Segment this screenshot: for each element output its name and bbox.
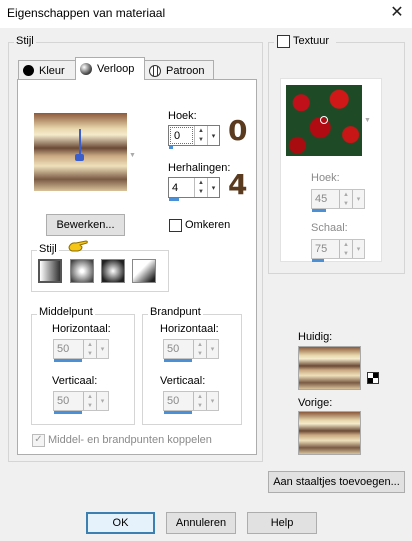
- vorige-label: Vorige:: [298, 397, 333, 409]
- linear-style-button[interactable]: [38, 259, 62, 283]
- hoek-spinner[interactable]: 0 ▲ ▼ ▾: [168, 125, 220, 146]
- middelpunt-verticaal-spinner[interactable]: 50 ▲ ▼ ▾: [53, 391, 109, 411]
- close-icon[interactable]: ✕: [388, 4, 406, 22]
- rectangular-style-button[interactable]: [70, 259, 94, 283]
- hoek-annotation: 0: [228, 114, 248, 147]
- brandpunt-horizontaal-bar: [164, 359, 192, 362]
- textuur-hoek-dropdown-icon[interactable]: ▾: [352, 190, 364, 208]
- brandpunt-label: Brandpunt: [148, 306, 203, 318]
- stijl-group-label: Stijl: [14, 35, 36, 47]
- middelpunt-verticaal-dropdown-icon[interactable]: ▾: [96, 392, 108, 410]
- middelpunt-horizontaal-spinner[interactable]: 50 ▲ ▼ ▾: [53, 339, 109, 359]
- swap-icon[interactable]: [367, 372, 379, 384]
- sunburst-style-button[interactable]: [132, 259, 156, 283]
- hoek-value[interactable]: 0: [170, 127, 193, 144]
- brandpunt-verticaal-bar: [164, 411, 192, 414]
- textuur-schaal-spinner[interactable]: 75 ▲ ▼ ▾: [311, 239, 365, 259]
- bewerken-button[interactable]: Bewerken...: [46, 214, 125, 236]
- tab-kleur-label: Kleur: [39, 64, 65, 77]
- koppelen-checkbox[interactable]: ✓: [32, 434, 45, 447]
- texture-crosshair-icon[interactable]: [320, 116, 328, 124]
- huidig-label: Huidig:: [298, 331, 333, 343]
- herhalingen-value[interactable]: 4: [169, 178, 194, 197]
- tab-verloop[interactable]: Verloop: [75, 57, 145, 80]
- omkeren-label: Omkeren: [185, 219, 231, 231]
- middelpunt-verticaal-arrows[interactable]: ▲ ▼: [83, 392, 96, 410]
- brandpunt-horizontaal-arrows[interactable]: ▲ ▼: [193, 340, 206, 358]
- window-title: Eigenschappen van materiaal: [7, 6, 166, 20]
- hoek-label: Hoek:: [168, 110, 197, 122]
- herhalingen-annotation: 4: [228, 168, 248, 201]
- aan-staaltjes-button[interactable]: Aan staaltjes toevoegen...: [268, 471, 405, 493]
- textuur-checkbox[interactable]: [277, 35, 290, 48]
- herhalingen-bar: [169, 198, 179, 201]
- brandpunt-horizontaal-label: Horizontaal:: [160, 323, 219, 335]
- brandpunt-horizontaal-dropdown-icon[interactable]: ▾: [206, 340, 218, 358]
- pointing-hand-icon: [67, 238, 89, 254]
- textuur-schaal-label: Schaal:: [311, 222, 348, 234]
- tab-verloop-label: Verloop: [97, 63, 135, 75]
- tab-patroon-label: Patroon: [166, 64, 205, 77]
- textuur-hoek-label: Hoek:: [311, 172, 340, 184]
- hoek-bar: [169, 146, 173, 149]
- gradient-angle-handle[interactable]: [79, 129, 81, 157]
- hoek-arrows[interactable]: ▲ ▼: [194, 126, 207, 145]
- textuur-schaal-arrows[interactable]: ▲ ▼: [339, 240, 352, 258]
- herhalingen-spinner[interactable]: 4 ▲ ▼ ▾: [168, 177, 220, 198]
- stijl-style-label: Stijl: [37, 243, 59, 255]
- middelpunt-horizontaal-bar: [54, 359, 82, 362]
- textuur-schaal-value[interactable]: 75: [312, 240, 339, 258]
- gradient-sphere-icon: [80, 63, 92, 75]
- brandpunt-horizontaal-value[interactable]: 50: [164, 340, 193, 358]
- middelpunt-verticaal-label: Verticaal:: [52, 375, 98, 387]
- brandpunt-verticaal-spinner[interactable]: 50 ▲ ▼ ▾: [163, 391, 219, 411]
- textuur-label: Textuur: [293, 35, 330, 47]
- koppelen-label: Middel- en brandpunten koppelen: [48, 434, 212, 446]
- texture-dropdown-arrow[interactable]: ▼: [364, 117, 371, 124]
- middelpunt-horizontaal-value[interactable]: 50: [54, 340, 83, 358]
- textuur-schaal-dropdown-icon[interactable]: ▾: [352, 240, 364, 258]
- vorige-swatch[interactable]: [298, 411, 361, 455]
- omkeren-checkbox[interactable]: [169, 219, 182, 232]
- textuur-hoek-spinner[interactable]: 45 ▲ ▼ ▾: [311, 189, 365, 209]
- annuleren-button[interactable]: Annuleren: [166, 512, 236, 534]
- textuur-schaal-bar: [312, 259, 324, 262]
- herhalingen-arrows[interactable]: ▲ ▼: [194, 178, 207, 197]
- herhalingen-dropdown-icon[interactable]: ▾: [207, 178, 219, 197]
- globe-icon: [149, 64, 161, 77]
- help-button[interactable]: Help: [247, 512, 317, 534]
- gradient-dropdown-arrow[interactable]: ▼: [129, 152, 136, 159]
- brandpunt-verticaal-arrows[interactable]: ▲ ▼: [193, 392, 206, 410]
- textuur-hoek-arrows[interactable]: ▲ ▼: [339, 190, 352, 208]
- middelpunt-verticaal-value[interactable]: 50: [54, 392, 83, 410]
- middelpunt-horizontaal-label: Horizontaal:: [52, 323, 111, 335]
- brandpunt-verticaal-dropdown-icon[interactable]: ▾: [206, 392, 218, 410]
- brandpunt-verticaal-value[interactable]: 50: [164, 392, 193, 410]
- gradient-center-marker[interactable]: [75, 154, 84, 161]
- hoek-dropdown-icon[interactable]: ▾: [207, 126, 219, 145]
- huidig-swatch[interactable]: [298, 346, 361, 390]
- black-circle-icon: [23, 65, 34, 76]
- middelpunt-verticaal-bar: [54, 411, 82, 414]
- textuur-hoek-value[interactable]: 45: [312, 190, 339, 208]
- middelpunt-horizontaal-arrows[interactable]: ▲ ▼: [83, 340, 96, 358]
- textuur-hoek-bar: [312, 209, 326, 212]
- tab-patroon[interactable]: Patroon: [144, 60, 214, 80]
- middelpunt-horizontaal-dropdown-icon[interactable]: ▾: [96, 340, 108, 358]
- brandpunt-verticaal-label: Verticaal:: [160, 375, 206, 387]
- ok-button[interactable]: OK: [86, 512, 155, 534]
- middelpunt-label: Middelpunt: [37, 306, 95, 318]
- radial-style-button[interactable]: [101, 259, 125, 283]
- herhalingen-label: Herhalingen:: [168, 162, 231, 174]
- brandpunt-horizontaal-spinner[interactable]: 50 ▲ ▼ ▾: [163, 339, 219, 359]
- tab-kleur[interactable]: Kleur: [18, 60, 76, 80]
